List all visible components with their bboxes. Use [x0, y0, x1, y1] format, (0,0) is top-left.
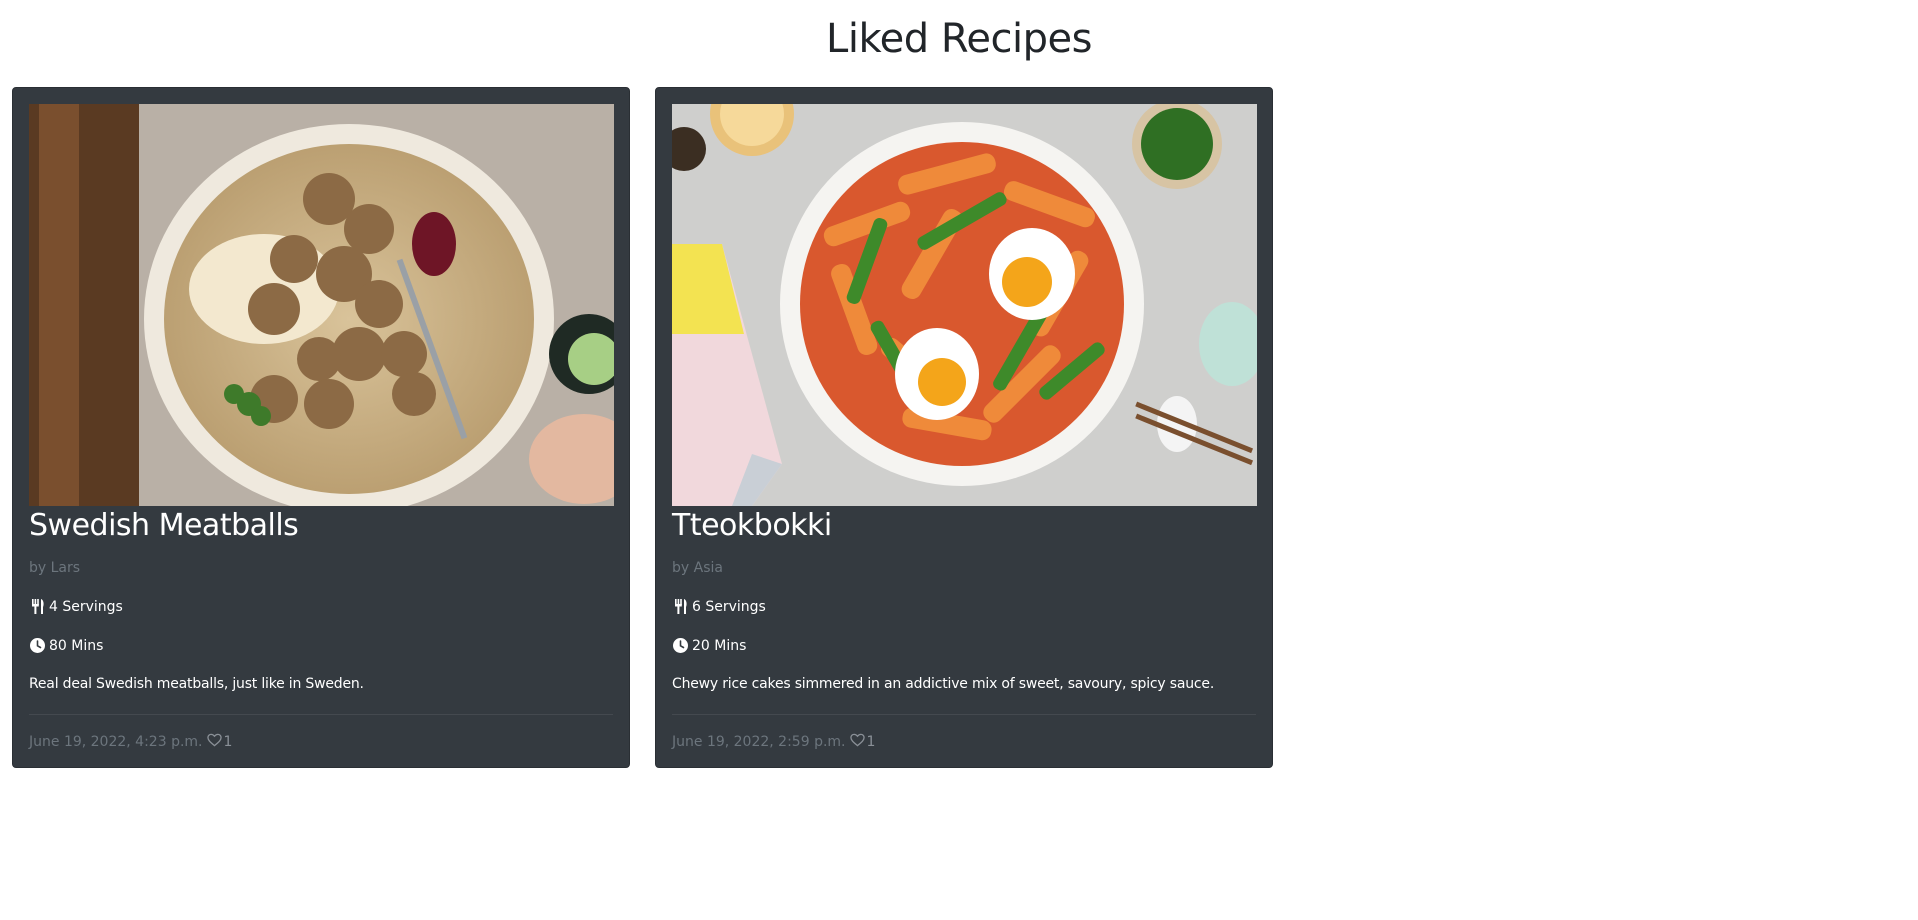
recipe-card: Swedish Meatballs by Lars 4 Servings 80 …	[12, 87, 630, 768]
clock-icon	[29, 637, 46, 654]
servings-text: 4 Servings	[49, 598, 123, 615]
card-divider	[672, 714, 1256, 715]
like-button[interactable]: 1	[206, 733, 233, 751]
recipe-author: by Lars	[29, 560, 81, 576]
card-divider	[29, 714, 613, 715]
card-footer: June 19, 2022, 4:23 p.m. 1	[29, 733, 232, 751]
time-row: 20 Mins	[672, 637, 1256, 654]
time-text: 20 Mins	[692, 637, 747, 654]
heart-icon	[206, 733, 222, 751]
servings-row: 4 Servings	[29, 598, 613, 615]
recipe-title-link[interactable]: Swedish Meatballs	[29, 506, 299, 546]
recipe-card-list: Swedish Meatballs by Lars 4 Servings 80 …	[12, 87, 1273, 768]
recipe-card: Tteokbokki by Asia 6 Servings 20 Mins Ch…	[655, 87, 1273, 768]
heart-icon	[849, 733, 865, 751]
recipe-description: Chewy rice cakes simmered in an addictiv…	[672, 676, 1215, 692]
utensils-icon	[29, 598, 46, 615]
like-count: 1	[866, 734, 876, 750]
servings-text: 6 Servings	[692, 598, 766, 615]
recipe-title-link[interactable]: Tteokbokki	[672, 506, 832, 546]
recipe-image[interactable]	[29, 104, 614, 506]
time-text: 80 Mins	[49, 637, 104, 654]
page-title: Liked Recipes	[826, 16, 1092, 62]
time-row: 80 Mins	[29, 637, 613, 654]
recipe-author: by Asia	[672, 560, 723, 576]
recipe-description: Real deal Swedish meatballs, just like i…	[29, 676, 364, 692]
recipe-date: June 19, 2022, 4:23 p.m.	[29, 734, 203, 750]
servings-row: 6 Servings	[672, 598, 1256, 615]
utensils-icon	[672, 598, 689, 615]
recipe-image[interactable]	[672, 104, 1257, 506]
card-footer: June 19, 2022, 2:59 p.m. 1	[672, 733, 875, 751]
recipe-date: June 19, 2022, 2:59 p.m.	[672, 734, 846, 750]
clock-icon	[672, 637, 689, 654]
like-button[interactable]: 1	[849, 733, 876, 751]
like-count: 1	[223, 734, 233, 750]
